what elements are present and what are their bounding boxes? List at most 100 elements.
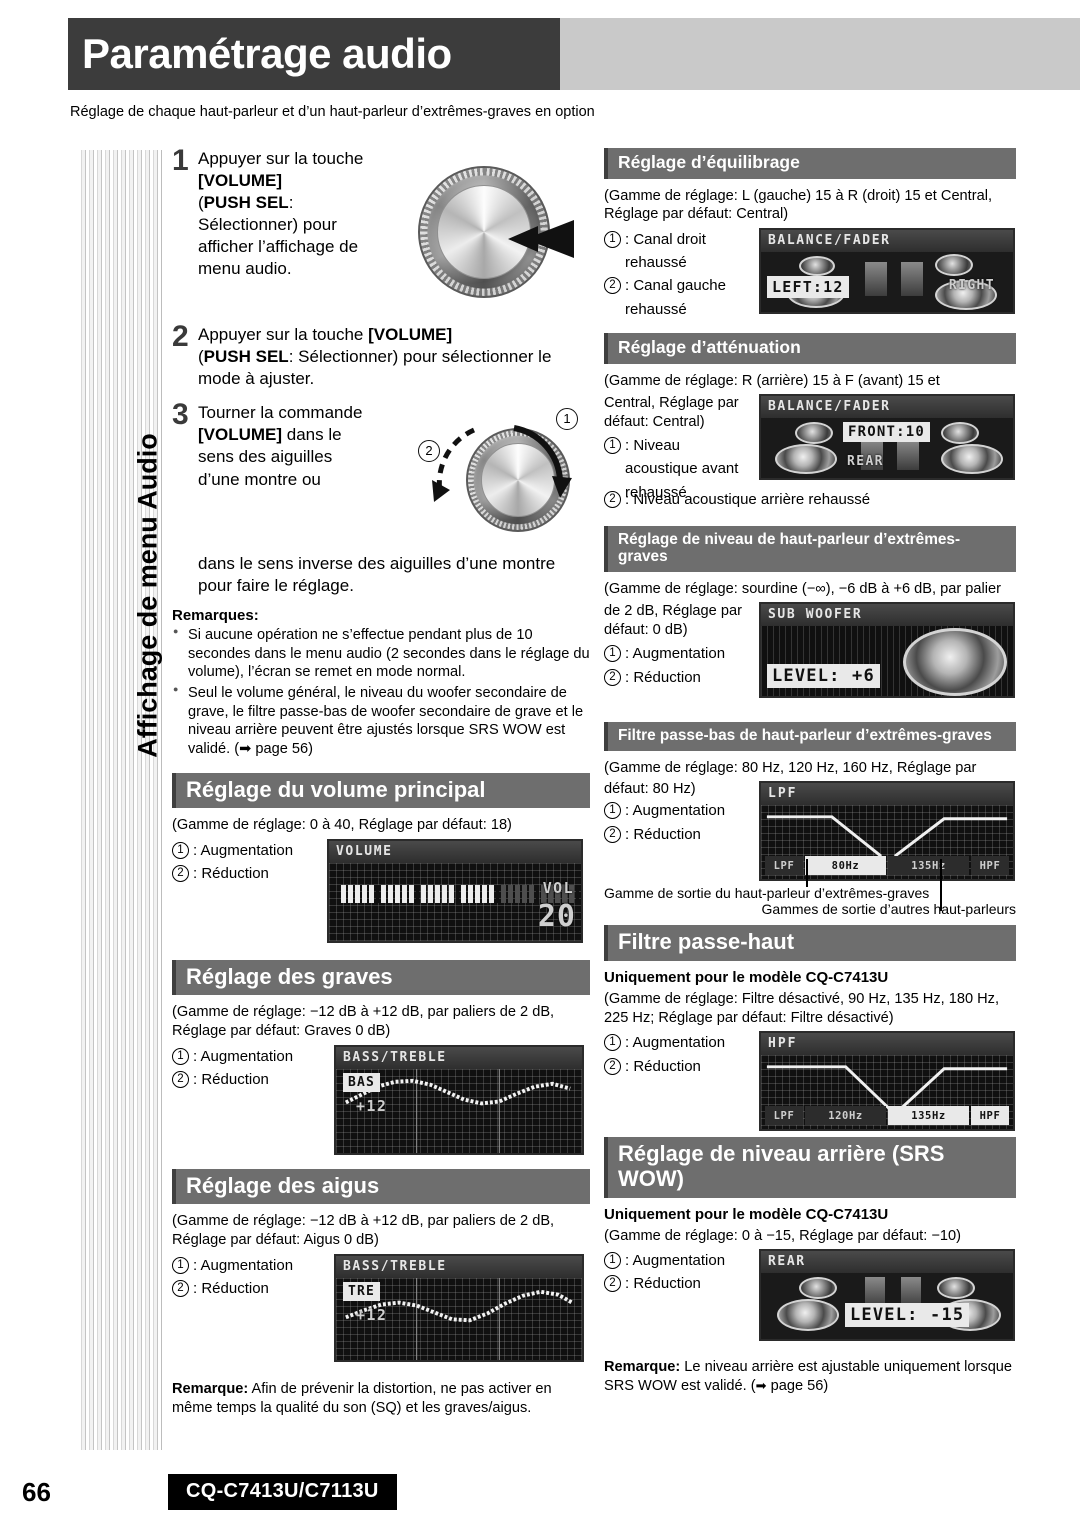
option-marker-1: 1 [604,230,621,248]
lcd-volume-title: VOLUME [329,840,581,863]
section-hpf: Filtre passe-haut Uniquement pour le mod… [604,925,1016,1143]
option-marker-2: 2 [604,1057,621,1075]
remarques-list: Si aucune opération ne s’effectue pendan… [172,626,590,759]
lpf-chip-hpf: HPF [971,856,1009,876]
bass-treble-note: Remarque: Afin de prévenir la distortion… [172,1380,552,1416]
option-marker-2: 2 [172,1071,189,1089]
hpf-chip-value-low: 120Hz [805,1106,886,1126]
section-lpf-heading: Filtre passe-bas de haut-parleur d’extrê… [604,722,1016,751]
option-marker-1: 1 [604,645,621,663]
step-1: 1 Appuyer sur la touche [VOLUME] (PUSH SE… [172,144,590,320]
lcd-subwoofer-value: LEVEL: +6 [767,664,880,689]
subwoofer-cone-icon [903,628,1007,697]
section-hpf-heading: Filtre passe-haut [604,925,1016,961]
seat-shape [901,261,923,296]
page-title: Paramétrage audio [82,30,452,77]
option-label-increase: : Augmentation [193,1256,294,1274]
section-subwoofer-heading: Réglage de niveau de haut-parleur d’extr… [604,526,1016,572]
leader-line-right [940,859,942,912]
option-label-decrease: : Réduction [625,1275,701,1293]
step-2-number: 2 [172,320,189,353]
lcd-treble-title: BASS/TREBLE [336,1255,582,1278]
section-hpf-model-note: Uniquement pour le modèle CQ-C7413U [604,968,889,986]
section-treble: Réglage des aigus (Gamme de réglage: −12… [172,1168,590,1374]
volume-knob-rotate-illustration: 1 2 [410,406,590,541]
section-bass: Réglage des graves (Gamme de réglage: −1… [172,959,590,1167]
seat-shape [897,440,919,471]
hpf-chip-lpf: LPF [765,1106,803,1126]
lcd-bass-tag: BAS [343,1072,381,1092]
step-3: 3 Tourner la commande [VOLUME] dans le s… [172,400,590,597]
side-tab-label: Affichage de menu Audio [132,433,163,758]
option-label-increase: : Augmentation [625,1252,726,1270]
lpf-chip-value-low: 80Hz [805,856,886,876]
section-volume: Réglage du volume principal (Gamme de ré… [172,772,590,954]
lcd-volume-value: 20 [537,898,576,934]
lcd-treble-value: +12 [356,1305,388,1324]
speaker-cone [941,444,1003,475]
section-treble-heading: Réglage des aigus [172,1168,590,1205]
section-volume-heading: Réglage du volume principal [172,772,590,809]
option-label-decrease: : Réduction [625,1057,701,1075]
option-marker-2: 2 [172,1280,189,1298]
section-balance: Réglage d’équilibrage (Gamme de réglage:… [604,148,1016,333]
lcd-lpf-chip-bar: LPF 80Hz 135Hz HPF [765,856,1009,876]
option-marker-1: 1 [604,1252,621,1270]
lcd-subwoofer-title: SUB WOOFER [761,604,1013,627]
lcd-hpf: HPF LPF 120Hz 135Hz HPF [759,1031,1015,1132]
section-subwoofer-range-cont: de 2 dB, Réglage par défaut: 0 dB) [604,603,742,639]
section-rear: Réglage de niveau arrière (SRS WOW) Uniq… [604,1137,1016,1396]
section-rear-heading: Réglage de niveau arrière (SRS WOW) [604,1137,1016,1198]
lcd-bass-title: BASS/TREBLE [336,1046,582,1069]
lpf-chip-value-high: 135Hz [888,856,969,876]
section-lpf: Filtre passe-bas de haut-parleur d’extrê… [604,722,1016,917]
lcd-balance: BALANCE/FADER LEFT:12 RIGHT [759,227,1015,314]
section-fader-heading: Réglage d’atténuation [604,332,1016,364]
lcd-balance-title: BALANCE/FADER [761,229,1013,252]
section-bass-heading: Réglage des graves [172,959,590,996]
section-rear-range: (Gamme de réglage: 0 à −15, Réglage par … [604,1227,961,1244]
lcd-bass-value: +12 [356,1096,388,1115]
option-label-right-channel: : Canal droit rehaussé [625,230,706,272]
lcd-hpf-title: HPF [761,1033,1013,1056]
lcd-lpf-title: LPF [761,783,1013,806]
rear-note: Remarque: Le niveau arrière est ajustabl… [604,1359,1013,1395]
step-1-number: 1 [172,144,189,177]
option-marker-1: 1 [172,841,189,859]
lcd-rear-value: LEVEL: -15 [845,1303,970,1328]
lcd-treble: BASS/TREBLE TRE +12 [334,1253,584,1362]
step-2: 2 Appuyer sur la touche [VOLUME] (PUSH SE… [172,320,590,390]
option-marker-1: 1 [604,802,621,820]
section-subwoofer-range: (Gamme de réglage: sourdine (−∞), −6 dB … [604,580,1001,597]
hpf-chip-value-high: 135Hz [888,1106,969,1126]
section-fader-option2: 2: Niveau acoustique arrière rehaussé [604,488,870,511]
option-label-increase: : Augmentation [193,841,294,859]
option-label-decrease: : Réduction [625,668,701,686]
section-bass-range: (Gamme de réglage: −12 dB à +12 dB, par … [172,1004,555,1040]
seat-shape [865,261,887,296]
section-subwoofer: Réglage de niveau de haut-parleur d’extr… [604,526,1016,720]
lcd-rear-title: REAR [761,1251,1013,1274]
lcd-bass: BASS/TREBLE BAS +12 [334,1044,584,1155]
option-label-left-channel: : Canal gauche rehaussé [625,277,726,318]
section-fader-range: (Gamme de réglage: R (arrière) 15 à F (a… [604,372,940,389]
lcd-lpf: LPF LPF 80Hz 135Hz HPF [759,781,1015,882]
section-balance-range: (Gamme de réglage: L (gauche) 15 à R (dr… [604,187,993,223]
lcd-hpf-chip-bar: LPF 120Hz 135Hz HPF [765,1106,1009,1126]
section-fader: Réglage d’atténuation (Gamme de réglage:… [604,332,1016,524]
right-column: Réglage d’équilibrage (Gamme de réglage:… [604,148,1016,1396]
step-3-text: Tourner la commande [VOLUME] dans le sen… [198,403,363,489]
option-marker-2: 2 [604,277,621,295]
section-rear-model-note: Uniquement pour le modèle CQ-C7413U [604,1205,889,1223]
speaker-cone [935,253,973,276]
option-label-decrease: : Réduction [193,1280,269,1298]
page-number: 66 [22,1477,51,1507]
section-volume-range: (Gamme de réglage: 0 à 40, Réglage par d… [172,817,512,834]
section-balance-heading: Réglage d’équilibrage [604,148,1016,179]
option-marker-1: 1 [604,437,621,455]
lcd-fader-rear-label: REAR [847,454,884,470]
option-marker-2: 2 [604,491,621,509]
lcd-volume: VOLUME VOL 20 [327,838,583,943]
option-marker-1: 1 [604,1034,621,1052]
lcd-fader-value: FRONT:10 [843,422,931,443]
